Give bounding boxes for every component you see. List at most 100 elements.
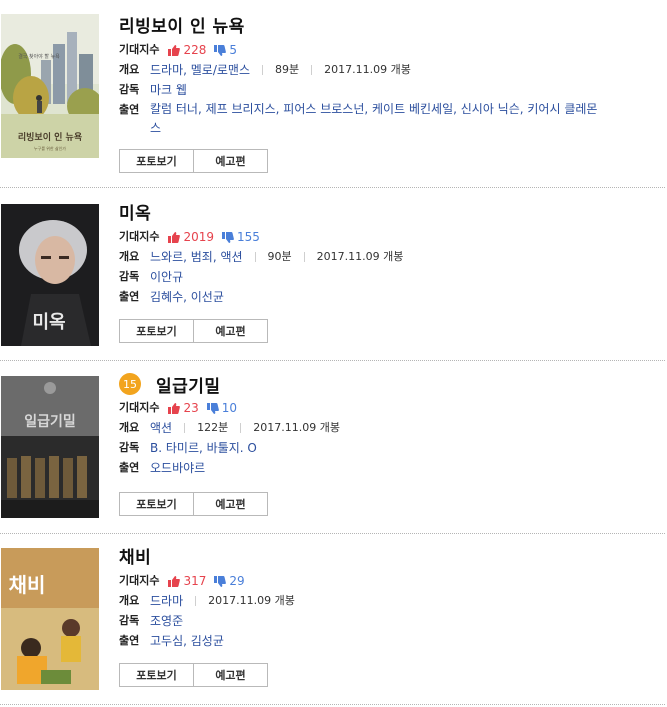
- like-count[interactable]: 2019: [168, 227, 214, 247]
- cast-link[interactable]: 칼럼 터너, 제프 브리지스, 피어스 브로스넌, 케이트 베킨세일, 신시아 …: [150, 100, 600, 138]
- divider: [254, 252, 256, 262]
- photo-button[interactable]: 포토보기: [119, 492, 194, 516]
- trailer-button[interactable]: 예고편: [194, 663, 268, 687]
- overview-row: 개요 액션 122분 2017.11.09 개봉: [119, 418, 659, 438]
- cast-label: 출연: [119, 290, 140, 303]
- trailer-button[interactable]: 예고편: [194, 319, 268, 343]
- director-row: 감독 마크 웹: [119, 80, 659, 100]
- genre-link[interactable]: 드라마: [150, 591, 183, 611]
- movie-title[interactable]: 미옥: [119, 199, 151, 224]
- thumbs-down-icon: [206, 402, 219, 414]
- thumbs-up-icon: [168, 231, 181, 243]
- poster-tagline: 결국 찾아야 할 뉴욕: [18, 53, 60, 60]
- director-row: 감독 이안규: [119, 267, 659, 287]
- photo-button[interactable]: 포토보기: [119, 149, 194, 173]
- like-count[interactable]: 228: [168, 40, 206, 60]
- expect-label: 기대지수: [119, 574, 160, 587]
- overview-label: 개요: [119, 250, 140, 263]
- cast-row: 출연 김혜수, 이선균: [119, 287, 659, 307]
- movie-poster[interactable]: 미옥: [1, 204, 99, 346]
- dislike-count[interactable]: 5: [214, 40, 237, 60]
- director-label: 감독: [119, 83, 140, 96]
- movie-info: 15 일급기밀 기대지수 23 10 개요 액션 122분 2017.11.09…: [119, 372, 659, 516]
- genre-link[interactable]: 드라마, 멜로/로맨스: [150, 60, 250, 80]
- runtime: 89분: [275, 63, 300, 76]
- divider-line: [0, 533, 665, 534]
- dislike-value: 10: [221, 401, 238, 415]
- director-link[interactable]: 조영준: [150, 611, 183, 631]
- poster-title: 채비: [9, 573, 46, 597]
- overview-label: 개요: [119, 63, 140, 76]
- cast-row: 출연 고두심, 김성균: [119, 631, 659, 651]
- divider: [311, 65, 313, 75]
- like-count[interactable]: 23: [168, 398, 199, 418]
- divider: [195, 596, 197, 606]
- overview-label: 개요: [119, 421, 140, 434]
- thumbs-up-icon: [168, 44, 181, 56]
- director-label: 감독: [119, 441, 140, 454]
- expect-row: 기대지수 228 5: [119, 40, 659, 60]
- director-link[interactable]: 이안규: [150, 267, 183, 287]
- thumbs-down-icon: [214, 575, 227, 587]
- director-label: 감독: [119, 270, 140, 283]
- dislike-value: 5: [229, 43, 238, 57]
- overview-label: 개요: [119, 594, 140, 607]
- expect-label: 기대지수: [119, 230, 160, 243]
- movie-info: 미옥 기대지수 2019 155 개요 느와르, 범죄, 액션 90분 2017…: [119, 199, 659, 343]
- runtime: 122분: [197, 421, 229, 434]
- movie-title[interactable]: 리빙보이 인 뉴욕: [119, 12, 245, 37]
- movie-title[interactable]: 일급기밀: [156, 372, 221, 397]
- thumbs-down-icon: [222, 231, 234, 243]
- movie-poster[interactable]: 결국 찾아야 할 뉴욕 리빙보이 인 뉴욕 누구를 위한 삶인가: [1, 14, 99, 158]
- thumbs-up-icon: [168, 402, 181, 414]
- movie-info: 리빙보이 인 뉴욕 기대지수 228 5 개요 드라마, 멜로/로맨스 89분: [119, 12, 659, 173]
- title-row: 15 일급기밀: [119, 372, 659, 397]
- expect-label: 기대지수: [119, 401, 160, 414]
- overview-row: 개요 드라마 2017.11.09 개봉: [119, 591, 659, 611]
- thumbs-up-icon: [168, 575, 181, 587]
- director-row: 감독 B. 타미르, 바툴지. O: [119, 438, 659, 458]
- title-row: 미옥: [119, 199, 659, 224]
- director-row: 감독 조영준: [119, 611, 659, 631]
- director-link[interactable]: B. 타미르, 바툴지. O: [150, 438, 257, 458]
- expect-label: 기대지수: [119, 43, 160, 56]
- cast-row: 출연 칼럼 터너, 제프 브리지스, 피어스 브로스넌, 케이트 베킨세일, 신…: [119, 100, 659, 138]
- trailer-button[interactable]: 예고편: [194, 492, 268, 516]
- button-group: 포토보기 예고편: [119, 492, 268, 516]
- title-row: 채비: [119, 543, 659, 568]
- dislike-count[interactable]: 10: [206, 398, 238, 418]
- release-date: 2017.11.09 개봉: [253, 421, 340, 434]
- movie-poster[interactable]: 일급기밀: [1, 376, 99, 518]
- dislike-count[interactable]: 155: [222, 227, 260, 247]
- movie-title[interactable]: 채비: [119, 543, 151, 568]
- cast-link[interactable]: 오드바야르: [150, 458, 205, 478]
- poster-title: 일급기밀: [24, 414, 76, 430]
- cast-link[interactable]: 김혜수, 이선균: [150, 287, 224, 307]
- photo-button[interactable]: 포토보기: [119, 319, 194, 343]
- divider: [240, 423, 242, 433]
- divider-line: [0, 360, 665, 361]
- divider: [303, 252, 305, 262]
- like-count[interactable]: 317: [168, 571, 206, 591]
- poster-title: 리빙보이 인 뉴욕: [18, 131, 82, 143]
- genre-link[interactable]: 느와르, 범죄, 액션: [150, 247, 243, 267]
- runtime: 90분: [267, 250, 292, 263]
- release-date: 2017.11.09 개봉: [316, 250, 404, 263]
- director-link[interactable]: 마크 웹: [150, 80, 187, 100]
- genre-link[interactable]: 액션: [150, 418, 172, 438]
- director-label: 감독: [119, 614, 140, 627]
- like-value: 23: [183, 401, 199, 415]
- poster-title: 미옥: [32, 312, 65, 333]
- cast-label: 출연: [119, 103, 140, 116]
- photo-button[interactable]: 포토보기: [119, 663, 194, 687]
- button-group: 포토보기 예고편: [119, 149, 268, 173]
- expect-row: 기대지수 23 10: [119, 398, 659, 418]
- dislike-value: 155: [237, 230, 260, 244]
- button-group: 포토보기 예고편: [119, 663, 268, 687]
- movie-poster[interactable]: 채비: [1, 548, 99, 690]
- divider: [262, 65, 263, 75]
- dislike-count[interactable]: 29: [214, 571, 245, 591]
- thumbs-down-icon: [214, 44, 227, 56]
- trailer-button[interactable]: 예고편: [194, 149, 268, 173]
- cast-link[interactable]: 고두심, 김성균: [150, 631, 224, 651]
